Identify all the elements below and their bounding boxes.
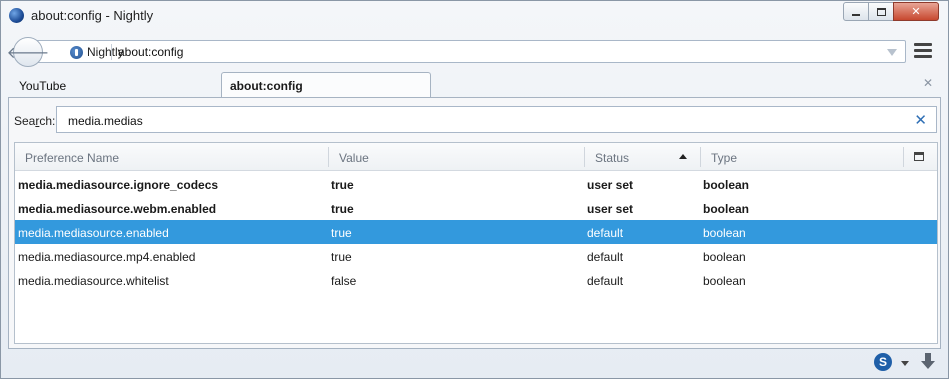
search-label: Search: [14, 114, 56, 128]
url-text[interactable]: about:config [118, 45, 183, 59]
pref-type: boolean [703, 274, 746, 288]
pref-value: true [331, 226, 352, 240]
pref-value: false [331, 274, 357, 288]
menu-icon-line [914, 49, 932, 52]
pref-value: true [331, 250, 352, 264]
url-bar[interactable]: Nightly about:config [37, 40, 906, 63]
pref-name: media.mediasource.webm.enabled [18, 202, 217, 216]
pref-name: media.mediasource.ignore_codecs [18, 178, 219, 192]
table-row[interactable]: media.mediasource.webm.enabled true user… [15, 196, 937, 220]
table-header: Preference Name Value Status Type [15, 143, 937, 171]
table-body: media.mediasource.ignore_codecs true use… [15, 172, 937, 292]
pref-status: default [587, 250, 624, 264]
pref-status: user set [587, 202, 634, 216]
addon-s-icon[interactable]: S [874, 353, 892, 371]
table-row[interactable]: media.mediasource.whitelist false defaul… [15, 268, 937, 292]
window-title: about:config - Nightly [31, 8, 154, 23]
column-divider[interactable] [584, 147, 585, 167]
pref-status: user set [587, 178, 634, 192]
column-header-status[interactable]: Status [595, 151, 629, 165]
pref-type: boolean [703, 226, 746, 240]
preferences-table: Preference Name Value Status Type media.… [14, 142, 938, 344]
title-bar: about:config - Nightly ✕ [1, 1, 948, 29]
pref-value: true [331, 178, 354, 192]
table-row[interactable]: media.mediasource.mp4.enabled true defau… [15, 244, 937, 268]
tab-about-config[interactable]: about:config [221, 72, 431, 98]
table-row[interactable]: media.mediasource.ignore_codecs true use… [15, 172, 937, 196]
about-config-page: Search: media.medias ✕ Preference Name V… [8, 97, 941, 349]
pref-status: default [587, 226, 624, 240]
column-divider[interactable] [328, 147, 329, 167]
menu-icon-line [914, 55, 932, 58]
pref-name: media.mediasource.whitelist [18, 274, 169, 288]
pref-name: media.mediasource.mp4.enabled [18, 250, 196, 264]
pref-value: true [331, 202, 354, 216]
maximize-button[interactable] [868, 2, 894, 21]
addon-dropdown-icon[interactable] [901, 361, 909, 366]
column-picker-icon[interactable] [914, 152, 924, 161]
pref-type: boolean [703, 202, 750, 216]
minimize-icon [852, 13, 860, 16]
column-header-type[interactable]: Type [711, 151, 737, 165]
search-value: media.medias [68, 114, 143, 128]
hamburger-menu-button[interactable] [914, 43, 932, 59]
history-dropdown-icon[interactable] [887, 49, 897, 56]
close-window-button[interactable]: ✕ [893, 2, 939, 21]
url-separator [111, 44, 112, 60]
sort-ascending-icon [679, 154, 687, 159]
tab-youtube[interactable]: YouTube [9, 73, 214, 97]
back-arrow-icon: 🡐 [6, 44, 50, 62]
clear-search-icon[interactable]: ✕ [914, 111, 927, 129]
close-tab-icon[interactable]: ✕ [923, 76, 933, 90]
pref-type: boolean [703, 178, 750, 192]
download-icon[interactable] [921, 353, 935, 371]
status-bar: S [1, 349, 948, 379]
navigation-bar: Nightly about:config 🡐 [1, 29, 948, 71]
tab-strip: YouTube about:config ✕ [1, 71, 948, 98]
menu-icon-line [914, 43, 932, 46]
nightly-logo-icon [9, 8, 24, 23]
pref-status: default [587, 274, 624, 288]
column-divider [903, 147, 904, 167]
column-divider[interactable] [700, 147, 701, 167]
pref-type: boolean [703, 250, 746, 264]
maximize-icon [876, 7, 886, 16]
back-button[interactable]: 🡐 [7, 37, 49, 67]
close-icon: ✕ [911, 6, 921, 18]
site-identity[interactable]: Nightly [48, 44, 124, 60]
info-globe-icon [70, 45, 83, 59]
pref-name: media.mediasource.enabled [18, 226, 169, 240]
column-header-value[interactable]: Value [339, 151, 369, 165]
table-row-selected[interactable]: media.mediasource.enabled true default b… [15, 220, 937, 244]
minimize-button[interactable] [843, 2, 869, 21]
column-header-preference-name[interactable]: Preference Name [25, 151, 119, 165]
browser-window: about:config - Nightly ✕ Nightly about:c… [0, 0, 949, 379]
search-input[interactable]: media.medias ✕ [56, 106, 937, 133]
